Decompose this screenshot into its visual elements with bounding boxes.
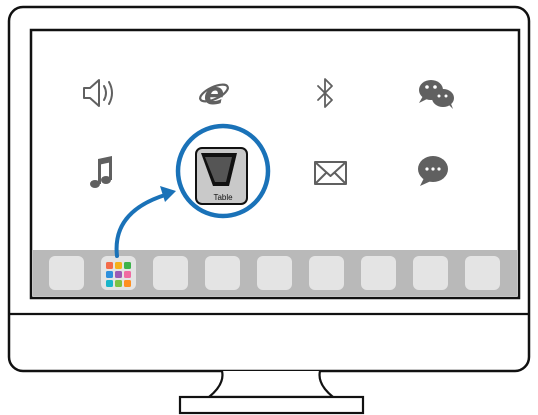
desktop-monitor-illustration: e xyxy=(7,5,531,415)
dock-slot[interactable] xyxy=(361,256,396,290)
app-grid-cell xyxy=(106,271,113,278)
app-grid-cell xyxy=(106,280,113,287)
dock-slot[interactable] xyxy=(153,256,188,290)
dock-slot[interactable] xyxy=(309,256,344,290)
app-grid-cell xyxy=(124,271,131,278)
app-grid-cell xyxy=(115,271,122,278)
dock-slot[interactable] xyxy=(413,256,448,290)
app-grid-cell xyxy=(124,262,131,269)
app-grid-cell xyxy=(124,280,131,287)
app-grid-cell xyxy=(106,262,113,269)
monitor-stand xyxy=(205,370,337,399)
app-grid-cell xyxy=(115,280,122,287)
app-grid-cell xyxy=(115,262,122,269)
tablet-app-label: Table xyxy=(213,193,233,202)
dock-slot[interactable] xyxy=(49,256,84,290)
dock-slot[interactable] xyxy=(205,256,240,290)
dock-slot[interactable] xyxy=(465,256,500,290)
svg-text:e: e xyxy=(204,77,224,112)
dock-slot[interactable] xyxy=(257,256,292,290)
app-grid-icon[interactable] xyxy=(106,262,131,287)
monitor-base xyxy=(178,395,365,415)
